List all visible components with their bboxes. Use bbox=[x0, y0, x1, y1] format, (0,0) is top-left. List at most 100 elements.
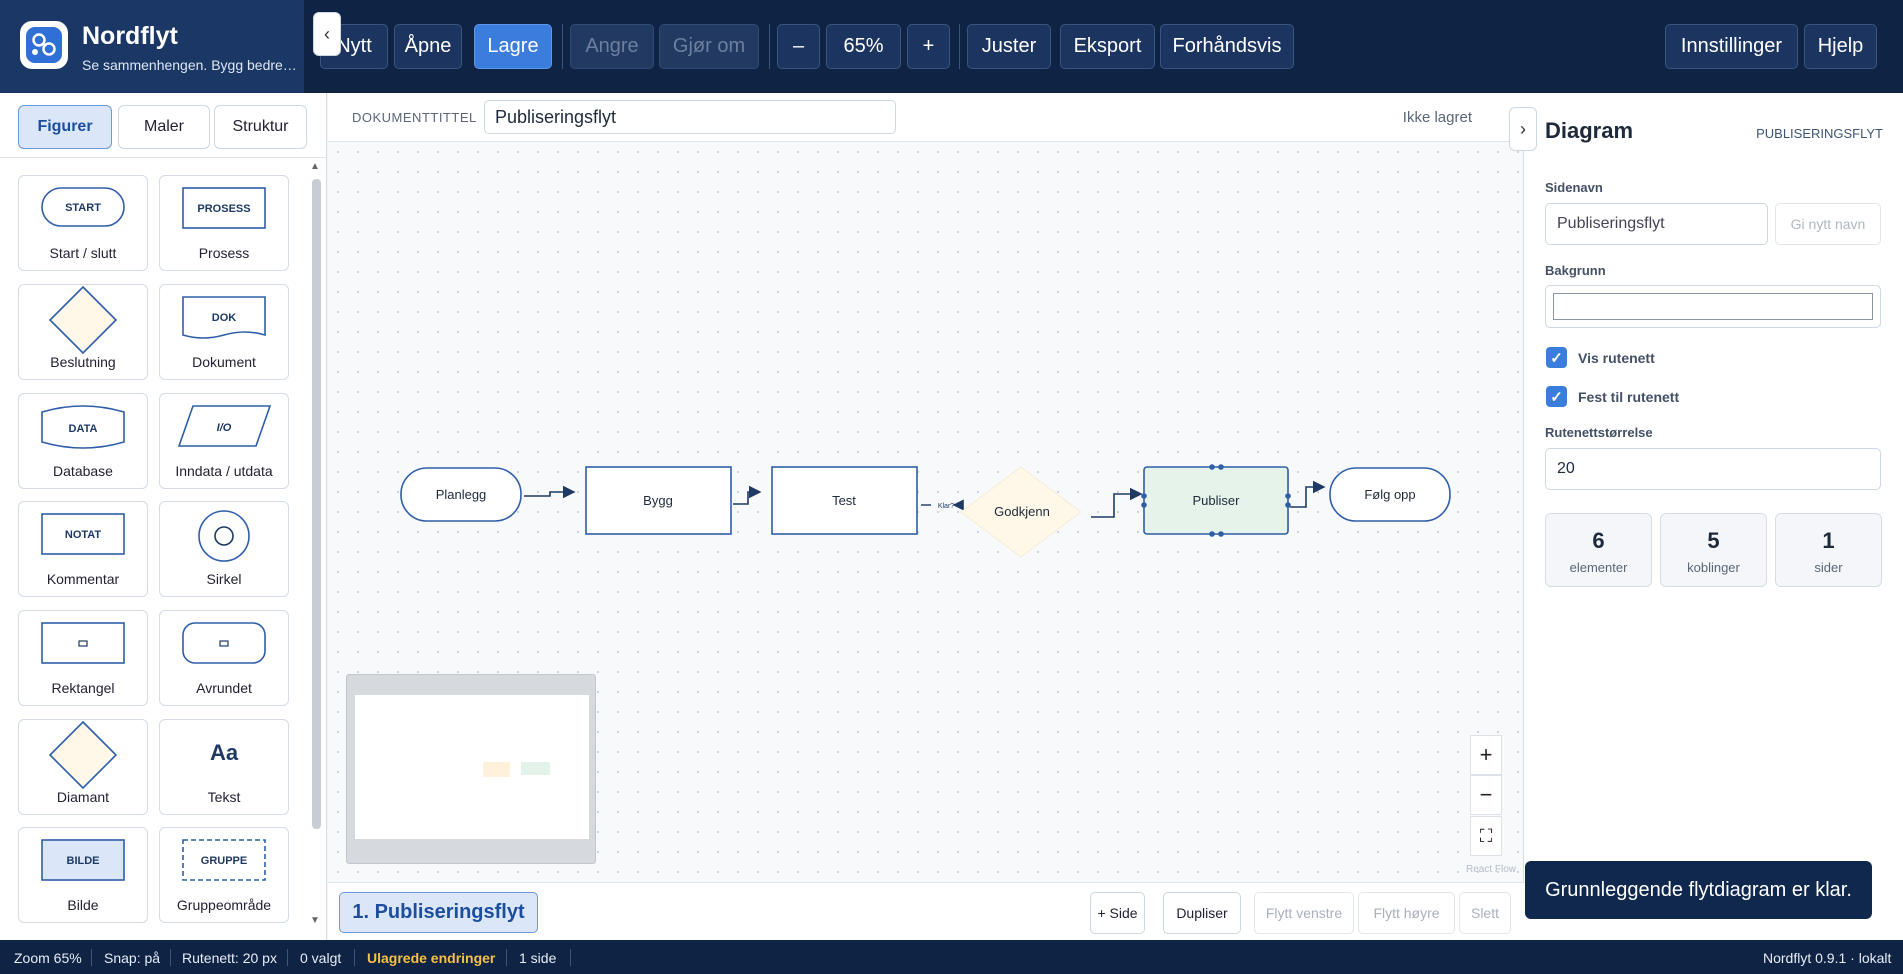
svg-text:START: START bbox=[65, 202, 101, 214]
toast-notification[interactable]: Grunnleggende flytdiagram er klar. bbox=[1525, 861, 1872, 919]
collapse-left-panel-button[interactable]: ‹ bbox=[313, 12, 341, 56]
node-test[interactable]: Test bbox=[771, 466, 918, 535]
left-scrollbar[interactable] bbox=[312, 179, 321, 829]
collapse-right-panel-button[interactable]: › bbox=[1509, 107, 1537, 151]
settings-button[interactable]: Innstillinger bbox=[1665, 24, 1798, 69]
fit-view-icon[interactable]: ⛶ bbox=[1470, 816, 1502, 856]
svg-text:Bygg: Bygg bbox=[643, 493, 673, 508]
svg-text:PROSESS: PROSESS bbox=[197, 203, 250, 215]
shape-rounded[interactable]: Avrundet bbox=[159, 610, 289, 706]
background-color-swatch bbox=[1553, 293, 1873, 320]
shape-comment[interactable]: NOTAT Kommentar bbox=[18, 501, 148, 597]
show-grid-checkbox[interactable]: ✓ bbox=[1546, 347, 1567, 368]
shape-start-end[interactable]: START Start / slutt bbox=[18, 175, 148, 271]
save-button[interactable]: Lagre bbox=[474, 24, 552, 69]
edge-bygg-test[interactable] bbox=[733, 485, 762, 505]
zoom-out-icon[interactable]: − bbox=[1470, 775, 1502, 815]
shape-document[interactable]: DOK Dokument bbox=[159, 284, 289, 380]
svg-text:DATA: DATA bbox=[69, 423, 98, 435]
shape-label: Beslutning bbox=[50, 354, 116, 370]
app-window: Nordflyt Se sammenhengen. Bygg bedre… Ny… bbox=[0, 0, 1903, 974]
snap-grid-label: Fest til rutenett bbox=[1578, 389, 1680, 405]
zoom-level-button[interactable]: 65% bbox=[826, 24, 901, 69]
page-tab-active[interactable]: 1. Publiseringsflyt bbox=[339, 892, 538, 933]
grid-size-label: Rutenettstørrelse bbox=[1545, 425, 1653, 440]
preview-button[interactable]: Forhåndsvis bbox=[1160, 24, 1294, 69]
shape-diamond[interactable]: Diamant bbox=[18, 719, 148, 815]
document-shape-icon: DOK bbox=[182, 296, 266, 339]
redo-button[interactable]: Gjør om bbox=[659, 24, 759, 69]
zoom-in-icon[interactable]: + bbox=[1470, 735, 1502, 775]
brand-area: Nordflyt Se sammenhengen. Bygg bedre… bbox=[0, 0, 304, 93]
open-button[interactable]: Åpne bbox=[394, 24, 462, 69]
edge-publiser-folg-opp[interactable] bbox=[1290, 480, 1326, 508]
svg-text:DOK: DOK bbox=[212, 312, 237, 324]
zoom-in-button[interactable]: + bbox=[907, 24, 950, 69]
move-page-right-button[interactable]: Flytt høyre bbox=[1358, 892, 1455, 934]
node-planlegg[interactable]: Planlegg bbox=[400, 467, 522, 522]
top-toolbar: Nordflyt Se sammenhengen. Bygg bedre… Ny… bbox=[0, 0, 1903, 93]
shape-group-area[interactable]: GRUPPE Gruppeområde bbox=[159, 827, 289, 923]
svg-text:GRUPPE: GRUPPE bbox=[201, 855, 247, 867]
svg-text:Aa: Aa bbox=[210, 740, 239, 765]
shape-circle[interactable]: Sirkel bbox=[159, 501, 289, 597]
grid-size-input[interactable] bbox=[1545, 448, 1881, 490]
group-shape-icon: GRUPPE bbox=[182, 839, 266, 881]
tab-figurer[interactable]: Figurer bbox=[18, 105, 112, 149]
shape-label: Inndata / utdata bbox=[175, 463, 273, 479]
terminator-shape-icon: START bbox=[41, 187, 125, 227]
diamond-shape-icon bbox=[48, 720, 118, 790]
shape-database[interactable]: DATA Database bbox=[18, 393, 148, 489]
snap-grid-checkbox[interactable]: ✓ bbox=[1546, 386, 1567, 407]
rectangle-shape-icon bbox=[41, 622, 125, 664]
shape-label: Tekst bbox=[207, 789, 241, 805]
align-button[interactable]: Juster bbox=[967, 24, 1051, 69]
undo-button[interactable]: Angre bbox=[570, 24, 654, 69]
react-flow-attribution[interactable]: React Flow bbox=[1466, 864, 1516, 875]
shape-label: Sirkel bbox=[206, 571, 242, 587]
tab-maler[interactable]: Maler bbox=[118, 105, 210, 149]
minimap-node bbox=[483, 762, 510, 777]
flow-logo-icon bbox=[32, 33, 56, 56]
add-page-button[interactable]: + Side bbox=[1090, 892, 1145, 934]
shape-image[interactable]: BILDE Bilde bbox=[18, 827, 148, 923]
shape-rectangle[interactable]: Rektangel bbox=[18, 610, 148, 706]
export-button[interactable]: Eksport bbox=[1060, 24, 1155, 69]
app-tagline: Se sammenhengen. Bygg bedre… bbox=[82, 57, 297, 73]
svg-text:Godkjenn: Godkjenn bbox=[994, 504, 1050, 519]
edge-godkjenn-publiser[interactable] bbox=[1091, 487, 1143, 518]
edge-label: Klar? bbox=[938, 503, 954, 510]
background-color-picker[interactable] bbox=[1545, 285, 1881, 328]
help-button[interactable]: Hjelp bbox=[1804, 24, 1877, 69]
move-page-left-button[interactable]: Flytt venstre bbox=[1254, 892, 1354, 934]
status-bar: Zoom 65% Snap: på Rutenett: 20 px 0 valg… bbox=[0, 940, 1903, 974]
duplicate-page-button[interactable]: Dupliser bbox=[1163, 892, 1241, 934]
delete-page-button[interactable]: Slett bbox=[1459, 892, 1511, 934]
node-folg-opp[interactable]: Følg opp bbox=[1329, 467, 1451, 522]
shape-input-output[interactable]: I/O Inndata / utdata bbox=[159, 393, 289, 489]
page-name-input[interactable] bbox=[1545, 203, 1768, 245]
stat-pages: 1 sider bbox=[1775, 513, 1882, 587]
shape-text[interactable]: Aa Tekst bbox=[159, 719, 289, 815]
zoom-out-button[interactable]: – bbox=[777, 24, 820, 69]
tab-struktur[interactable]: Struktur bbox=[214, 105, 307, 149]
rename-button[interactable]: Gi nytt navn bbox=[1775, 203, 1881, 245]
document-title-input[interactable] bbox=[484, 100, 896, 134]
shape-decision[interactable]: Beslutning bbox=[18, 284, 148, 380]
node-bygg[interactable]: Bygg bbox=[585, 466, 732, 535]
scroll-up-arrow[interactable]: ▲ bbox=[310, 161, 320, 172]
scroll-down-arrow[interactable]: ▼ bbox=[310, 915, 320, 926]
minimap[interactable] bbox=[346, 674, 596, 864]
diagram-canvas[interactable]: Klar? Planlegg Bygg Test Godkjenn Publis… bbox=[328, 142, 1524, 882]
background-label: Bakgrunn bbox=[1545, 263, 1606, 278]
inspector-title: Diagram bbox=[1545, 118, 1634, 143]
node-godkjenn[interactable]: Godkjenn bbox=[960, 466, 1082, 558]
shape-label: Bilde bbox=[67, 897, 99, 913]
node-publiser-selected[interactable]: Publiser bbox=[1141, 464, 1291, 537]
edge-planlegg-bygg[interactable] bbox=[524, 485, 576, 499]
stat-elements: 6 elementer bbox=[1545, 513, 1652, 587]
image-shape-icon: BILDE bbox=[41, 839, 125, 881]
shape-label: Kommentar bbox=[46, 571, 120, 587]
shape-process[interactable]: PROSESS Prosess bbox=[159, 175, 289, 271]
app-name: Nordflyt bbox=[82, 22, 178, 50]
